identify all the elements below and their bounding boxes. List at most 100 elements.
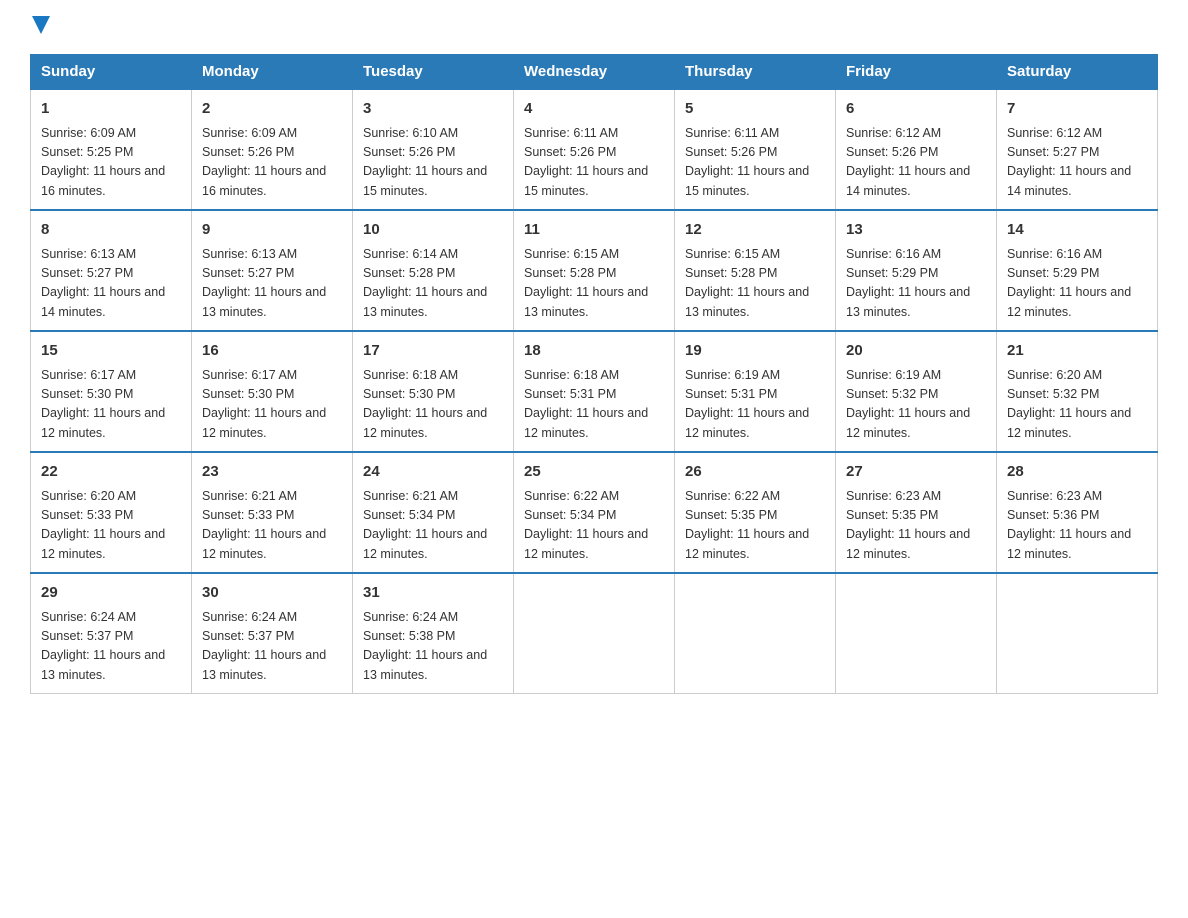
- column-header-saturday: Saturday: [997, 55, 1158, 90]
- calendar-week-row: 22 Sunrise: 6:20 AMSunset: 5:33 PMDayligh…: [31, 452, 1158, 573]
- day-info: Sunrise: 6:16 AMSunset: 5:29 PMDaylight:…: [1007, 245, 1147, 323]
- day-number: 26: [685, 461, 825, 484]
- day-number: 2: [202, 98, 342, 121]
- calendar-week-row: 15 Sunrise: 6:17 AMSunset: 5:30 PMDayligh…: [31, 331, 1158, 452]
- day-info: Sunrise: 6:21 AMSunset: 5:33 PMDaylight:…: [202, 487, 342, 565]
- day-info: Sunrise: 6:19 AMSunset: 5:32 PMDaylight:…: [846, 366, 986, 444]
- day-number: 4: [524, 98, 664, 121]
- day-info: Sunrise: 6:15 AMSunset: 5:28 PMDaylight:…: [685, 245, 825, 323]
- column-header-sunday: Sunday: [31, 55, 192, 90]
- column-header-tuesday: Tuesday: [353, 55, 514, 90]
- day-number: 5: [685, 98, 825, 121]
- day-info: Sunrise: 6:14 AMSunset: 5:28 PMDaylight:…: [363, 245, 503, 323]
- day-info: Sunrise: 6:21 AMSunset: 5:34 PMDaylight:…: [363, 487, 503, 565]
- calendar-cell: [836, 573, 997, 694]
- day-info: Sunrise: 6:23 AMSunset: 5:36 PMDaylight:…: [1007, 487, 1147, 565]
- day-number: 15: [41, 340, 181, 363]
- calendar-cell: 17 Sunrise: 6:18 AMSunset: 5:30 PMDayligh…: [353, 331, 514, 452]
- day-info: Sunrise: 6:17 AMSunset: 5:30 PMDaylight:…: [202, 366, 342, 444]
- day-number: 11: [524, 219, 664, 242]
- day-number: 18: [524, 340, 664, 363]
- calendar-cell: [675, 573, 836, 694]
- day-number: 21: [1007, 340, 1147, 363]
- calendar-cell: 2 Sunrise: 6:09 AMSunset: 5:26 PMDaylight…: [192, 89, 353, 210]
- day-number: 24: [363, 461, 503, 484]
- calendar-cell: 7 Sunrise: 6:12 AMSunset: 5:27 PMDaylight…: [997, 89, 1158, 210]
- day-info: Sunrise: 6:24 AMSunset: 5:37 PMDaylight:…: [41, 608, 181, 686]
- day-info: Sunrise: 6:19 AMSunset: 5:31 PMDaylight:…: [685, 366, 825, 444]
- calendar-cell: 6 Sunrise: 6:12 AMSunset: 5:26 PMDaylight…: [836, 89, 997, 210]
- day-info: Sunrise: 6:15 AMSunset: 5:28 PMDaylight:…: [524, 245, 664, 323]
- calendar-cell: 4 Sunrise: 6:11 AMSunset: 5:26 PMDaylight…: [514, 89, 675, 210]
- page-header: [30, 20, 1158, 34]
- calendar-cell: 13 Sunrise: 6:16 AMSunset: 5:29 PMDayligh…: [836, 210, 997, 331]
- day-number: 6: [846, 98, 986, 121]
- day-info: Sunrise: 6:20 AMSunset: 5:33 PMDaylight:…: [41, 487, 181, 565]
- day-info: Sunrise: 6:24 AMSunset: 5:37 PMDaylight:…: [202, 608, 342, 686]
- calendar-cell: 16 Sunrise: 6:17 AMSunset: 5:30 PMDayligh…: [192, 331, 353, 452]
- day-info: Sunrise: 6:22 AMSunset: 5:35 PMDaylight:…: [685, 487, 825, 565]
- day-number: 7: [1007, 98, 1147, 121]
- column-header-friday: Friday: [836, 55, 997, 90]
- day-info: Sunrise: 6:11 AMSunset: 5:26 PMDaylight:…: [524, 124, 664, 202]
- calendar-cell: 26 Sunrise: 6:22 AMSunset: 5:35 PMDayligh…: [675, 452, 836, 573]
- calendar-cell: 25 Sunrise: 6:22 AMSunset: 5:34 PMDayligh…: [514, 452, 675, 573]
- calendar-cell: 20 Sunrise: 6:19 AMSunset: 5:32 PMDayligh…: [836, 331, 997, 452]
- day-number: 9: [202, 219, 342, 242]
- day-info: Sunrise: 6:09 AMSunset: 5:25 PMDaylight:…: [41, 124, 181, 202]
- day-info: Sunrise: 6:13 AMSunset: 5:27 PMDaylight:…: [41, 245, 181, 323]
- day-info: Sunrise: 6:23 AMSunset: 5:35 PMDaylight:…: [846, 487, 986, 565]
- day-number: 3: [363, 98, 503, 121]
- day-info: Sunrise: 6:12 AMSunset: 5:27 PMDaylight:…: [1007, 124, 1147, 202]
- day-number: 16: [202, 340, 342, 363]
- column-header-monday: Monday: [192, 55, 353, 90]
- day-info: Sunrise: 6:18 AMSunset: 5:31 PMDaylight:…: [524, 366, 664, 444]
- day-info: Sunrise: 6:13 AMSunset: 5:27 PMDaylight:…: [202, 245, 342, 323]
- day-number: 17: [363, 340, 503, 363]
- logo: [30, 20, 50, 34]
- calendar-cell: 8Sunrise: 6:13 AMSunset: 5:27 PMDaylight…: [31, 210, 192, 331]
- calendar-cell: 31Sunrise: 6:24 AMSunset: 5:38 PMDayligh…: [353, 573, 514, 694]
- day-number: 27: [846, 461, 986, 484]
- day-info: Sunrise: 6:22 AMSunset: 5:34 PMDaylight:…: [524, 487, 664, 565]
- day-number: 30: [202, 582, 342, 605]
- calendar-cell: 19 Sunrise: 6:19 AMSunset: 5:31 PMDayligh…: [675, 331, 836, 452]
- calendar-cell: 21 Sunrise: 6:20 AMSunset: 5:32 PMDayligh…: [997, 331, 1158, 452]
- day-info: Sunrise: 6:17 AMSunset: 5:30 PMDaylight:…: [41, 366, 181, 444]
- calendar-cell: 9 Sunrise: 6:13 AMSunset: 5:27 PMDaylight…: [192, 210, 353, 331]
- calendar-cell: 27 Sunrise: 6:23 AMSunset: 5:35 PMDayligh…: [836, 452, 997, 573]
- calendar-cell: [997, 573, 1158, 694]
- logo-triangle-icon: [32, 16, 50, 34]
- calendar-week-row: 29Sunrise: 6:24 AMSunset: 5:37 PMDayligh…: [31, 573, 1158, 694]
- day-number: 1: [41, 98, 181, 121]
- calendar-cell: 14 Sunrise: 6:16 AMSunset: 5:29 PMDayligh…: [997, 210, 1158, 331]
- calendar-cell: 22 Sunrise: 6:20 AMSunset: 5:33 PMDayligh…: [31, 452, 192, 573]
- day-info: Sunrise: 6:16 AMSunset: 5:29 PMDaylight:…: [846, 245, 986, 323]
- calendar-table: SundayMondayTuesdayWednesdayThursdayFrid…: [30, 54, 1158, 694]
- calendar-week-row: 1 Sunrise: 6:09 AMSunset: 5:25 PMDaylight…: [31, 89, 1158, 210]
- calendar-cell: [514, 573, 675, 694]
- calendar-cell: 18 Sunrise: 6:18 AMSunset: 5:31 PMDayligh…: [514, 331, 675, 452]
- calendar-cell: 1 Sunrise: 6:09 AMSunset: 5:25 PMDaylight…: [31, 89, 192, 210]
- calendar-header-row: SundayMondayTuesdayWednesdayThursdayFrid…: [31, 55, 1158, 90]
- calendar-cell: 24 Sunrise: 6:21 AMSunset: 5:34 PMDayligh…: [353, 452, 514, 573]
- day-info: Sunrise: 6:20 AMSunset: 5:32 PMDaylight:…: [1007, 366, 1147, 444]
- day-number: 13: [846, 219, 986, 242]
- day-number: 25: [524, 461, 664, 484]
- day-number: 14: [1007, 219, 1147, 242]
- calendar-week-row: 8Sunrise: 6:13 AMSunset: 5:27 PMDaylight…: [31, 210, 1158, 331]
- calendar-cell: 12Sunrise: 6:15 AMSunset: 5:28 PMDayligh…: [675, 210, 836, 331]
- day-number: 20: [846, 340, 986, 363]
- calendar-cell: 28 Sunrise: 6:23 AMSunset: 5:36 PMDayligh…: [997, 452, 1158, 573]
- day-info: Sunrise: 6:18 AMSunset: 5:30 PMDaylight:…: [363, 366, 503, 444]
- column-header-thursday: Thursday: [675, 55, 836, 90]
- day-number: 19: [685, 340, 825, 363]
- day-number: 28: [1007, 461, 1147, 484]
- calendar-cell: 10Sunrise: 6:14 AMSunset: 5:28 PMDayligh…: [353, 210, 514, 331]
- calendar-cell: 5 Sunrise: 6:11 AMSunset: 5:26 PMDaylight…: [675, 89, 836, 210]
- day-info: Sunrise: 6:11 AMSunset: 5:26 PMDaylight:…: [685, 124, 825, 202]
- day-number: 22: [41, 461, 181, 484]
- day-info: Sunrise: 6:10 AMSunset: 5:26 PMDaylight:…: [363, 124, 503, 202]
- day-info: Sunrise: 6:12 AMSunset: 5:26 PMDaylight:…: [846, 124, 986, 202]
- day-info: Sunrise: 6:09 AMSunset: 5:26 PMDaylight:…: [202, 124, 342, 202]
